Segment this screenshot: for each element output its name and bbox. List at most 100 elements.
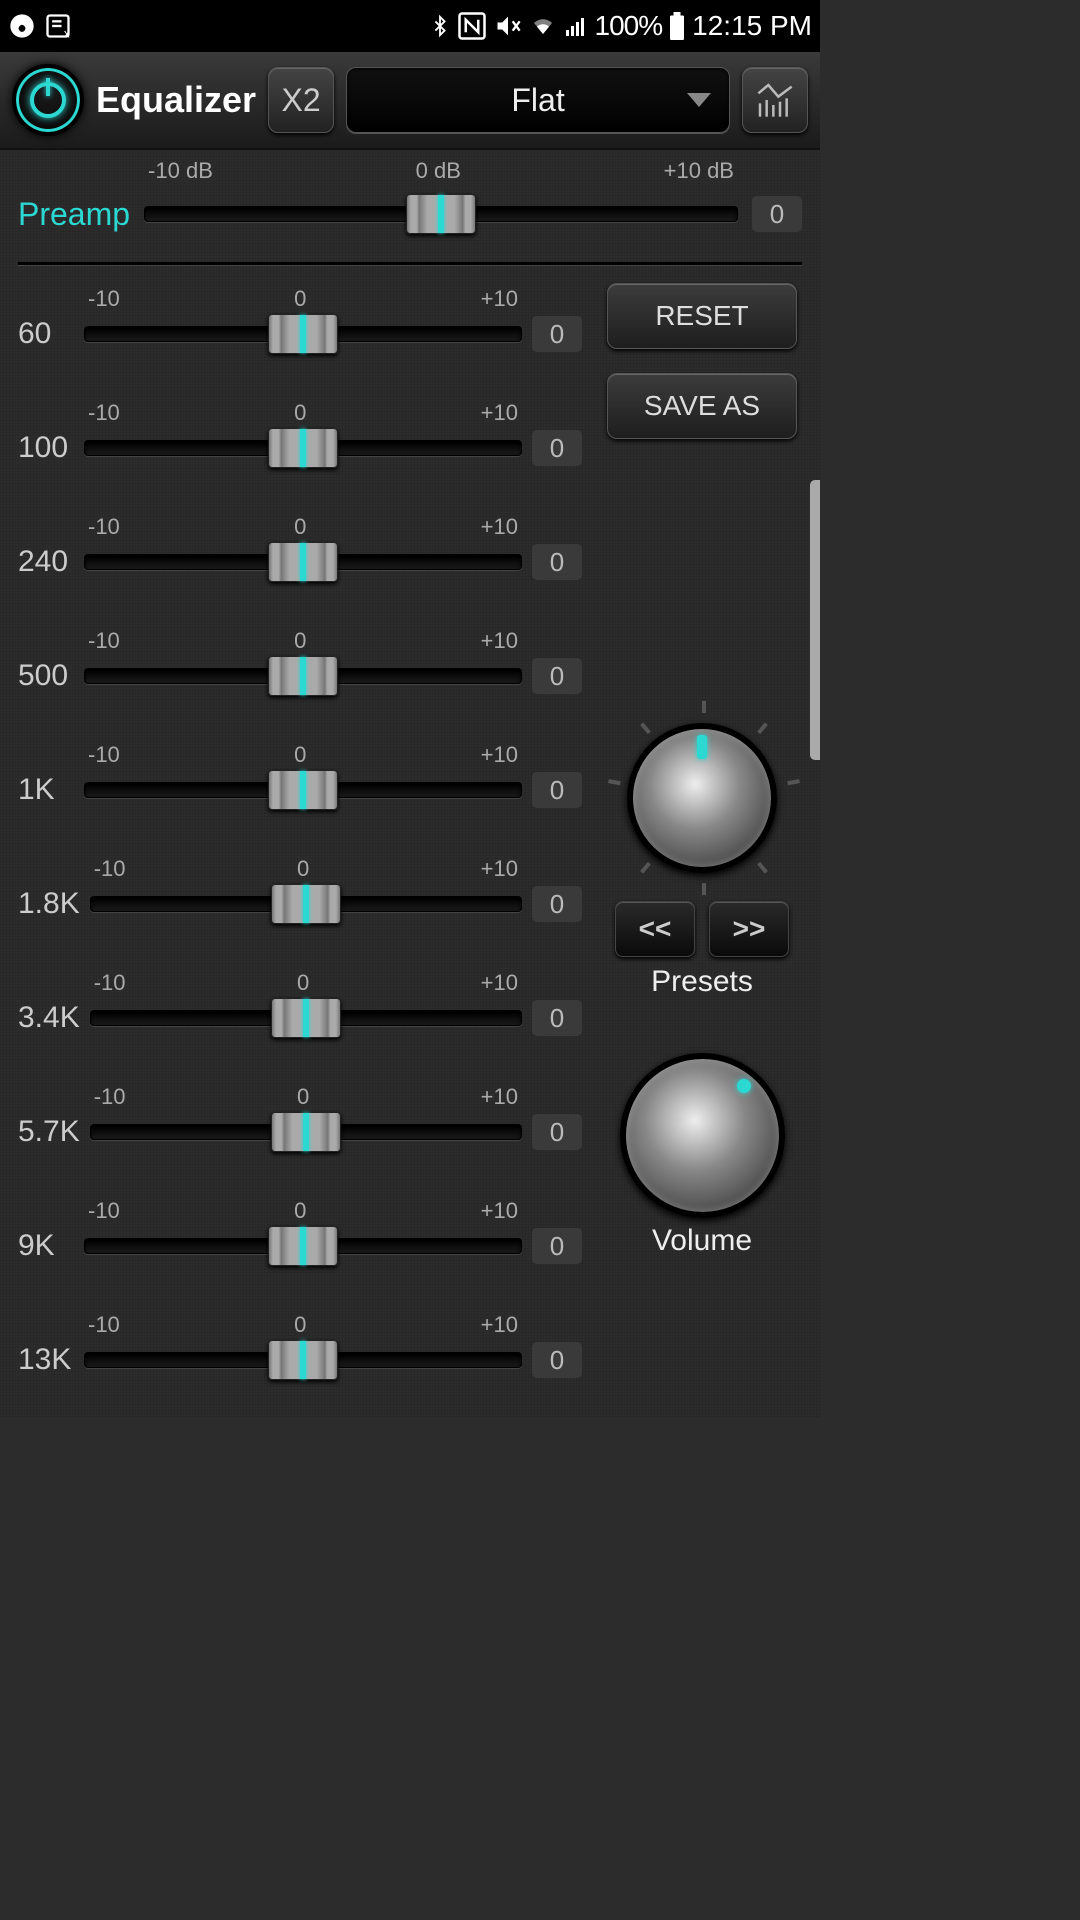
band-scale-mid: 0 — [294, 1198, 306, 1224]
battery-icon — [668, 12, 686, 40]
band-scale: -100+10 — [84, 1312, 522, 1338]
volume-label: Volume — [652, 1224, 752, 1258]
x2-button[interactable]: X2 — [268, 67, 334, 133]
preamp-thumb[interactable] — [406, 194, 476, 234]
band-thumb[interactable] — [271, 884, 341, 924]
preamp-scale-mid: 0 dB — [416, 158, 461, 184]
band-label: 1.8K — [18, 887, 80, 921]
nfc-icon — [457, 11, 487, 41]
band-thumb[interactable] — [271, 1112, 341, 1152]
band-thumb[interactable] — [268, 770, 338, 810]
volume-knob-zone — [620, 1053, 785, 1218]
band-row: 3.4K-100+100 — [18, 961, 582, 1075]
band-scale: -100+10 — [84, 286, 522, 312]
band-row: 13K -100+10 0 — [18, 1303, 582, 1417]
band-scale-min: -10 — [88, 1312, 120, 1338]
band-label: 1K — [18, 773, 74, 807]
preamp-scale-min: -10 dB — [148, 158, 213, 184]
band-slider[interactable]: -100+10 — [84, 1226, 522, 1266]
preset-next-button[interactable]: >> — [709, 901, 789, 957]
band-scale: -100+10 — [84, 514, 522, 540]
band-slider[interactable]: -100+10 — [84, 656, 522, 696]
bluetooth-icon — [429, 12, 451, 40]
divider — [18, 262, 802, 265]
band-value: 0 — [532, 1000, 582, 1036]
band-slider[interactable]: -100+10 — [84, 1340, 522, 1380]
power-icon — [30, 82, 66, 118]
band-row: 9K-100+100 — [18, 1189, 582, 1303]
main-area: Preamp -10 dB 0 dB +10 dB 0 60-100+10010… — [0, 150, 820, 1417]
eq-view-button[interactable] — [742, 67, 808, 133]
band-scale-max: +10 — [481, 286, 518, 312]
band-scale-min: -10 — [88, 400, 120, 426]
band-slider[interactable]: -100+10 — [90, 998, 522, 1038]
band-row: 500 -100+100 — [18, 619, 582, 733]
band-scale-mid: 0 — [297, 1084, 309, 1110]
side-column: RESET SAVE AS — [602, 277, 802, 1417]
preset-prev-button[interactable]: << — [615, 901, 695, 957]
volume-knob[interactable] — [620, 1053, 785, 1218]
band-thumb[interactable] — [268, 542, 338, 582]
band-label: 13K — [18, 1343, 74, 1377]
app-title: Equalizer — [96, 79, 256, 121]
band-scale: -100+10 — [84, 628, 522, 654]
battery-pct: 100% — [595, 10, 663, 42]
toolbar: Equalizer X2 Flat — [0, 52, 820, 150]
band-thumb[interactable] — [268, 1340, 338, 1380]
reset-button[interactable]: RESET — [607, 283, 797, 349]
band-scale: -100+10 — [90, 1084, 522, 1110]
scrollbar[interactable] — [810, 480, 820, 760]
power-button[interactable] — [12, 64, 84, 136]
band-row: 60 -100+100 — [18, 277, 582, 391]
signal-icon — [563, 14, 589, 38]
clock: 12:15 PM — [692, 10, 812, 42]
band-scale: -100+10 — [90, 970, 522, 996]
band-label: 60 — [18, 317, 74, 351]
band-scale: -100+10 — [84, 742, 522, 768]
preamp-scale: -10 dB 0 dB +10 dB — [144, 158, 738, 184]
band-scale-mid: 0 — [297, 970, 309, 996]
band-scale-max: +10 — [481, 742, 518, 768]
preamp-row: Preamp -10 dB 0 dB +10 dB 0 — [18, 160, 802, 236]
bands-column: 60-100+100100-100+100240-100+100500-100+… — [18, 277, 582, 1417]
band-value: 0 — [532, 1114, 582, 1150]
band-slider[interactable]: -100+10 — [90, 1112, 522, 1152]
band-thumb[interactable] — [271, 998, 341, 1038]
band-slider[interactable]: -100+10 — [84, 314, 522, 354]
band-scale-min: -10 — [88, 1198, 120, 1224]
preset-selected-label: Flat — [511, 82, 564, 119]
knob-indicator — [697, 735, 707, 759]
band-row: 5.7K-100+100 — [18, 1075, 582, 1189]
band-scale-mid: 0 — [294, 286, 306, 312]
band-scale: -100+10 — [84, 400, 522, 426]
band-slider[interactable]: -100+10 — [84, 428, 522, 468]
band-scale-max: +10 — [481, 1312, 518, 1338]
band-thumb[interactable] — [268, 1226, 338, 1266]
band-thumb[interactable] — [268, 656, 338, 696]
band-value: 0 — [532, 544, 582, 580]
band-scale-mid: 0 — [294, 514, 306, 540]
band-scale-mid: 0 — [294, 400, 306, 426]
chevron-down-icon — [687, 93, 711, 107]
band-scale-mid: 0 — [294, 628, 306, 654]
band-row: 240-100+100 — [18, 505, 582, 619]
band-scale-min: -10 — [94, 856, 126, 882]
band-thumb[interactable] — [268, 428, 338, 468]
band-slider[interactable]: -100+10 — [84, 770, 522, 810]
app-status-icon-2: x — [44, 12, 72, 40]
band-value: 0 — [532, 1342, 582, 1378]
band-label: 500 — [18, 659, 74, 693]
band-thumb[interactable] — [268, 314, 338, 354]
band-scale-mid: 0 — [297, 856, 309, 882]
band-scale-min: -10 — [88, 628, 120, 654]
wifi-icon — [529, 14, 557, 38]
band-scale-mid: 0 — [294, 742, 306, 768]
preamp-slider[interactable]: -10 dB 0 dB +10 dB — [144, 192, 738, 236]
band-slider[interactable]: -100+10 — [90, 884, 522, 924]
band-value: 0 — [532, 1228, 582, 1264]
band-scale-min: -10 — [94, 970, 126, 996]
preset-knob[interactable] — [627, 723, 777, 873]
preset-dropdown[interactable]: Flat — [346, 67, 730, 133]
band-slider[interactable]: -100+10 — [84, 542, 522, 582]
save-as-button[interactable]: SAVE AS — [607, 373, 797, 439]
